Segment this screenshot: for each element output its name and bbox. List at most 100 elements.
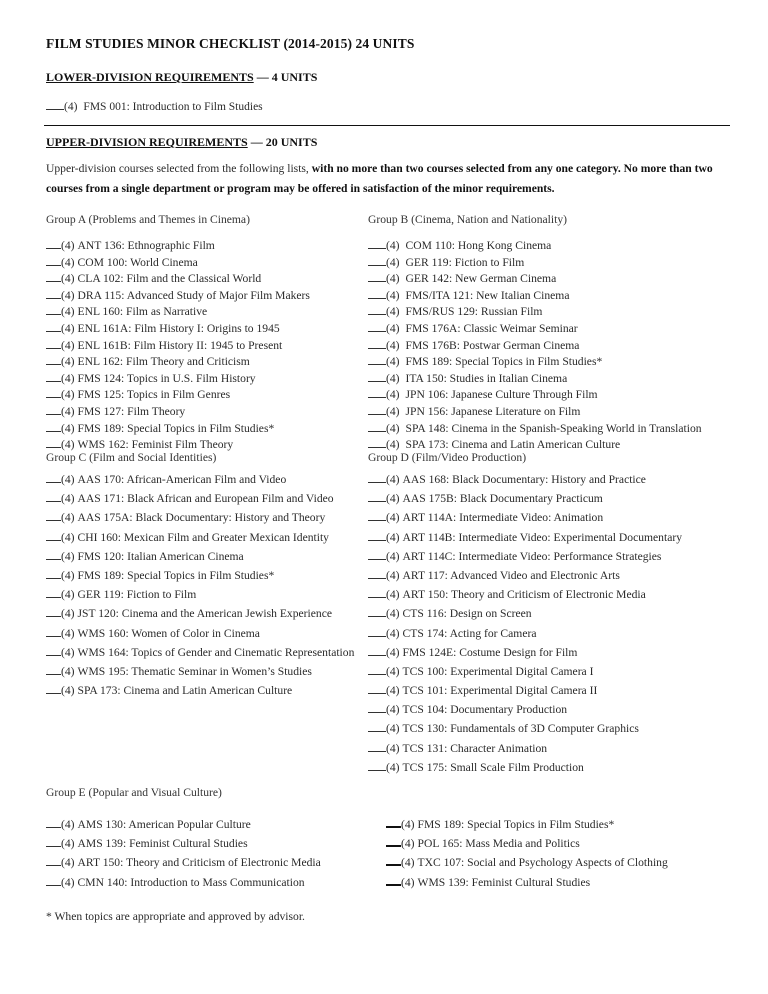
checkbox-blank[interactable] bbox=[46, 339, 61, 349]
checkbox-blank[interactable] bbox=[46, 256, 61, 266]
checkbox-blank[interactable] bbox=[368, 256, 386, 266]
checkbox-blank[interactable] bbox=[46, 438, 61, 449]
checkbox-blank[interactable] bbox=[368, 405, 386, 415]
checkbox-blank[interactable] bbox=[368, 322, 386, 332]
checkbox-blank[interactable] bbox=[46, 607, 61, 618]
course-item: (4) SPA 148: Cinema in the Spanish-Speaki… bbox=[368, 421, 702, 438]
course-item: (4) AAS 171: Black African and European F… bbox=[46, 489, 354, 508]
course-name: POL 165: Mass Media and Politics bbox=[417, 837, 580, 851]
course-item: (4) ENL 160: Film as Narrative bbox=[46, 304, 310, 321]
course-units: (4) bbox=[386, 388, 400, 402]
course-units: (4) bbox=[61, 421, 75, 435]
checkbox-blank[interactable] bbox=[46, 272, 61, 283]
checkbox-blank[interactable] bbox=[46, 511, 61, 522]
checkbox-blank[interactable] bbox=[368, 239, 386, 249]
course-units: (4) bbox=[386, 288, 400, 302]
checkbox-blank[interactable] bbox=[46, 355, 61, 366]
checkbox-blank[interactable] bbox=[386, 817, 401, 828]
checkbox-blank[interactable] bbox=[368, 492, 386, 503]
course-units: (4) bbox=[386, 492, 400, 506]
course-name: ART 114C: Intermediate Video: Performanc… bbox=[402, 549, 662, 563]
checkbox-blank[interactable] bbox=[46, 837, 61, 848]
course-name: WMS 195: Thematic Seminar in Women’s Stu… bbox=[77, 664, 312, 678]
checkbox-blank[interactable] bbox=[46, 405, 61, 415]
course-name: ITA 150: Studies in Italian Cinema bbox=[405, 371, 568, 385]
checkbox-blank[interactable] bbox=[46, 100, 64, 110]
course-name: GER 142: New German Cinema bbox=[405, 272, 557, 286]
checkbox-blank[interactable] bbox=[368, 646, 386, 656]
checkbox-blank[interactable] bbox=[368, 607, 386, 618]
checkbox-blank[interactable] bbox=[368, 742, 386, 752]
course-item: (4) FMS 189: Special Topics in Film Studi… bbox=[46, 421, 310, 438]
course-item: (4) GER 142: New German Cinema bbox=[368, 271, 702, 288]
checkbox-blank[interactable] bbox=[368, 722, 386, 733]
checkbox-blank[interactable] bbox=[368, 627, 386, 637]
checkbox-blank[interactable] bbox=[386, 855, 401, 867]
checkbox-blank[interactable] bbox=[46, 372, 61, 382]
checkbox-blank[interactable] bbox=[46, 422, 61, 432]
checkbox-blank[interactable] bbox=[368, 372, 386, 382]
checkbox-blank[interactable] bbox=[368, 438, 386, 449]
checkbox-blank[interactable] bbox=[46, 492, 61, 503]
instructions-text: Upper-division courses selected from the… bbox=[46, 162, 312, 175]
group-b-title: Group B (Cinema, Nation and Nationality) bbox=[368, 213, 567, 226]
course-item: (4) COM 100: World Cinema bbox=[46, 255, 310, 272]
group-c-title: Group C (Film and Social Identities) bbox=[46, 451, 217, 464]
course-name: WMS 160: Women of Color in Cinema bbox=[77, 626, 260, 640]
checkbox-blank[interactable] bbox=[46, 550, 61, 560]
course-item: (4) WMS 139: Feminist Cultural Studies bbox=[386, 873, 668, 892]
course-item: (4) CTS 116: Design on Screen bbox=[368, 604, 682, 623]
checkbox-blank[interactable] bbox=[46, 856, 61, 867]
checkbox-blank[interactable] bbox=[46, 646, 61, 656]
course-units: (4) bbox=[61, 664, 75, 678]
checkbox-blank[interactable] bbox=[368, 550, 386, 560]
checkbox-blank[interactable] bbox=[46, 388, 61, 399]
checkbox-blank[interactable] bbox=[386, 875, 401, 886]
checkbox-blank[interactable] bbox=[46, 569, 61, 579]
course-name: FMS 001: Introduction to Film Studies bbox=[83, 101, 263, 113]
course-units: (4) bbox=[61, 371, 75, 385]
checkbox-blank[interactable] bbox=[368, 473, 386, 483]
checkbox-blank[interactable] bbox=[368, 569, 386, 579]
checkbox-blank[interactable] bbox=[46, 588, 61, 599]
checkbox-blank[interactable] bbox=[368, 339, 386, 349]
course-name: TCS 131: Character Animation bbox=[402, 741, 548, 755]
course-units: (4) bbox=[61, 626, 75, 640]
checkbox-blank[interactable] bbox=[386, 836, 401, 848]
checkbox-blank[interactable] bbox=[368, 761, 386, 771]
course-item: (4) AAS 168: Black Documentary: History a… bbox=[368, 470, 682, 489]
course-name: DRA 115: Advanced Study of Major Film Ma… bbox=[77, 288, 310, 302]
checkbox-blank[interactable] bbox=[46, 627, 61, 637]
checkbox-blank[interactable] bbox=[46, 684, 61, 695]
course-item: (4) FMS/ITA 121: New Italian Cinema bbox=[368, 288, 702, 305]
checkbox-blank[interactable] bbox=[368, 684, 386, 695]
course-item: (4) WMS 195: Thematic Seminar in Women’s … bbox=[46, 662, 354, 681]
checkbox-blank[interactable] bbox=[368, 511, 386, 522]
checkbox-blank[interactable] bbox=[46, 322, 61, 332]
course-name: AAS 170: African-American Film and Video bbox=[77, 473, 287, 486]
checkbox-blank[interactable] bbox=[46, 818, 61, 828]
checkbox-blank[interactable] bbox=[368, 272, 386, 283]
course-units: (4) bbox=[386, 255, 400, 269]
checkbox-blank[interactable] bbox=[46, 239, 61, 249]
course-units: (4) bbox=[386, 239, 400, 252]
checkbox-blank[interactable] bbox=[368, 703, 386, 714]
checkbox-blank[interactable] bbox=[368, 388, 386, 399]
checkbox-blank[interactable] bbox=[368, 531, 386, 541]
checkbox-blank[interactable] bbox=[46, 473, 61, 483]
checkbox-blank[interactable] bbox=[46, 305, 61, 316]
checkbox-blank[interactable] bbox=[46, 876, 61, 886]
checkbox-blank[interactable] bbox=[368, 588, 386, 599]
checkbox-blank[interactable] bbox=[46, 665, 61, 675]
checkbox-blank[interactable] bbox=[46, 289, 61, 299]
checkbox-blank[interactable] bbox=[368, 422, 386, 432]
group-e-right-list: (4) FMS 189: Special Topics in Film Studi… bbox=[386, 815, 668, 892]
checkbox-blank[interactable] bbox=[368, 665, 386, 675]
checkbox-blank[interactable] bbox=[368, 289, 386, 299]
course-units: (4) bbox=[386, 684, 400, 698]
checkbox-blank[interactable] bbox=[368, 305, 386, 316]
checkbox-blank[interactable] bbox=[368, 355, 386, 366]
course-item: (4) COM 110: Hong Kong Cinema bbox=[368, 238, 702, 255]
checkbox-blank[interactable] bbox=[46, 531, 61, 541]
document-title: FILM STUDIES MINOR CHECKLIST (2014-2015)… bbox=[46, 36, 415, 51]
